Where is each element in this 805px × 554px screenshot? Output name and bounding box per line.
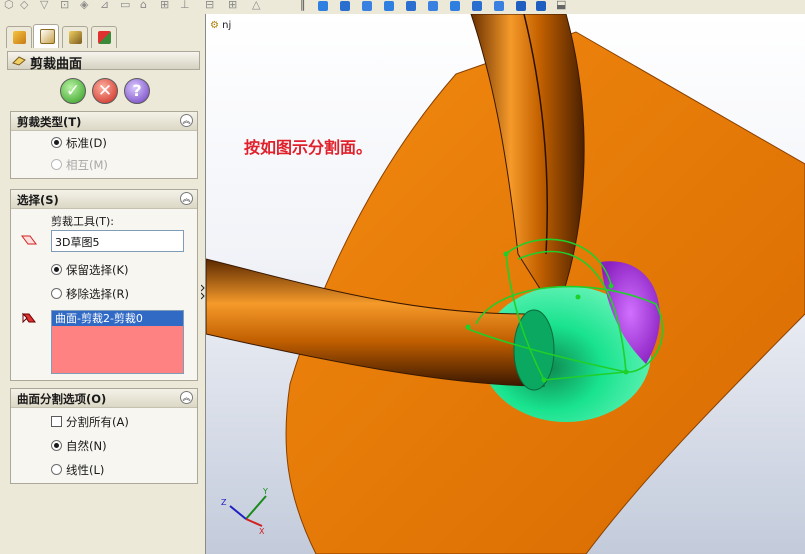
toolbar-tool-icon[interactable]: ⊡ (60, 0, 69, 11)
property-manager-panel: 剪裁曲面 ✓ ✕ ? 剪裁类型(T) ︽ 标准(D) 相互(M) 选择(S) ︽… (0, 14, 206, 554)
view-orient-icon[interactable] (536, 1, 546, 11)
trim-tool-input[interactable]: 3D草图5 (51, 230, 184, 252)
view-front-icon[interactable] (318, 1, 328, 11)
view-top-icon[interactable] (362, 1, 372, 11)
list-item[interactable]: 曲面-剪裁2-剪裁0 (52, 311, 183, 326)
tab-feature-manager[interactable] (6, 26, 32, 48)
radio-linear[interactable]: 线性(L) (51, 462, 104, 478)
radio-label: 相互(M) (66, 158, 108, 172)
part-name-label: nj (222, 20, 232, 31)
toolbar-tool-icon[interactable]: ⌂ (140, 0, 147, 11)
instruction-annotation: 按如图示分割面。 (244, 138, 373, 157)
toolbar-tool-icon[interactable]: △ (252, 0, 260, 11)
trim-tool-label: 剪裁工具(T): (51, 215, 115, 228)
radio-icon[interactable] (51, 440, 62, 451)
part-icon: ⚙ (210, 20, 219, 31)
pieces-icon (22, 312, 36, 324)
checkbox-icon[interactable] (51, 416, 62, 427)
model-scene[interactable]: Y X Z (206, 14, 805, 554)
toolbar-tool-icon[interactable]: ⊞ (160, 0, 169, 11)
radio-icon[interactable] (51, 464, 62, 475)
axis-triad (229, 495, 267, 527)
panel-splitter-handle[interactable] (201, 282, 205, 302)
radio-label: 移除选择(R) (66, 287, 129, 301)
radio-icon (51, 159, 62, 170)
view-left-icon[interactable] (406, 1, 416, 11)
radio-label: 标准(D) (66, 136, 107, 150)
toolbar-tool-icon[interactable]: ◈ (80, 0, 88, 11)
trim-type-section: 剪裁类型(T) ︽ 标准(D) 相互(M) (10, 111, 198, 179)
view-dimetric-icon[interactable] (516, 1, 526, 11)
radio-keep-selection[interactable]: 保留选择(K) (51, 262, 129, 278)
toolbar-tool-icon[interactable]: ⬡ (4, 0, 14, 11)
radio-label: 保留选择(K) (66, 263, 129, 277)
view-normal-icon[interactable] (472, 1, 482, 11)
toolbar-tool-icon[interactable]: ⊿ (100, 0, 109, 11)
section-title: 曲面分割选项(O) (17, 392, 107, 406)
page-title: 剪裁曲面 (30, 57, 83, 72)
selection-section: 选择(S) ︽ 剪裁工具(T): 3D草图5 保留选择(K) 移除选择(R) 曲… (10, 189, 198, 381)
top-toolbar: ⬡ ◇ ▽ ⊡ ◈ ⊿ ▭ ⌂ ⊞ ⊥ ⊟ ⊞ △ ‖ ⬓ (0, 0, 805, 15)
radio-label: 线性(L) (66, 463, 105, 477)
view-back-icon[interactable] (428, 1, 438, 11)
pieces-list[interactable]: 曲面-剪裁2-剪裁0 (51, 310, 184, 374)
configuration-icon (69, 31, 82, 44)
radio-natural[interactable]: 自然(N) (51, 438, 107, 454)
checkbox-label: 分割所有(A) (66, 415, 129, 429)
split-options-header[interactable]: 曲面分割选项(O) ︽ (11, 389, 197, 408)
section-title: 选择(S) (17, 193, 59, 207)
view-bottom-icon[interactable] (450, 1, 460, 11)
section-title: 剪裁类型(T) (17, 115, 82, 129)
trim-type-header[interactable]: 剪裁类型(T) ︽ (11, 112, 197, 131)
property-manager-icon (40, 29, 55, 44)
toolbar-separator-icon: ‖ (300, 0, 306, 11)
collapse-icon[interactable]: ︽ (180, 391, 193, 404)
collapse-icon[interactable]: ︽ (180, 114, 193, 127)
toolbar-tool-icon[interactable]: ⊞ (228, 0, 237, 11)
display-manager-icon (98, 31, 111, 44)
radio-standard[interactable]: 标准(D) (51, 135, 107, 151)
selection-header[interactable]: 选择(S) ︽ (11, 190, 197, 209)
trim-surface-icon (12, 56, 26, 66)
view-isometric-icon[interactable] (340, 1, 350, 11)
radio-icon[interactable] (51, 264, 62, 275)
part-name-tag[interactable]: ⚙ nj (210, 20, 231, 31)
toolbar-tool-icon[interactable]: ◇ (20, 0, 28, 11)
cancel-button[interactable]: ✕ (92, 78, 118, 104)
radio-icon[interactable] (51, 137, 62, 148)
toolbar-tool-icon[interactable]: ▽ (40, 0, 48, 11)
toolbar-tool-icon[interactable]: ⊥ (180, 0, 190, 11)
graphics-viewport[interactable]: Y X Z ⚙ nj 按如图示分割面。 (206, 14, 805, 554)
axis-z-label: Z (221, 498, 227, 507)
help-button[interactable]: ? (124, 78, 150, 104)
toolbar-tool-icon[interactable]: ▭ (120, 0, 130, 11)
radio-mutual: 相互(M) (51, 157, 108, 173)
radio-icon[interactable] (51, 288, 62, 299)
panel-title-bar: 剪裁曲面 (7, 51, 200, 72)
radio-remove-selection[interactable]: 移除选择(R) (51, 286, 129, 302)
toolbar-tool-icon[interactable]: ⊟ (205, 0, 214, 11)
trim-tool-icon (21, 235, 37, 245)
ok-button[interactable]: ✓ (60, 78, 86, 104)
checkbox-split-all[interactable]: 分割所有(A) (51, 414, 129, 430)
view-right-icon[interactable] (384, 1, 394, 11)
view-trimetric-icon[interactable] (494, 1, 504, 11)
view-shaded-icon[interactable]: ⬓ (556, 0, 566, 11)
radio-label: 自然(N) (66, 439, 107, 453)
tab-property-manager[interactable] (33, 24, 59, 48)
split-options-section: 曲面分割选项(O) ︽ 分割所有(A) 自然(N) 线性(L) (10, 388, 198, 484)
feature-tree-icon (13, 31, 26, 44)
collapse-icon[interactable]: ︽ (180, 192, 193, 205)
tab-configuration-manager[interactable] (62, 26, 88, 48)
tab-display-manager[interactable] (91, 26, 117, 48)
axis-y-label: Y (262, 487, 268, 496)
axis-x-label: X (259, 527, 265, 536)
